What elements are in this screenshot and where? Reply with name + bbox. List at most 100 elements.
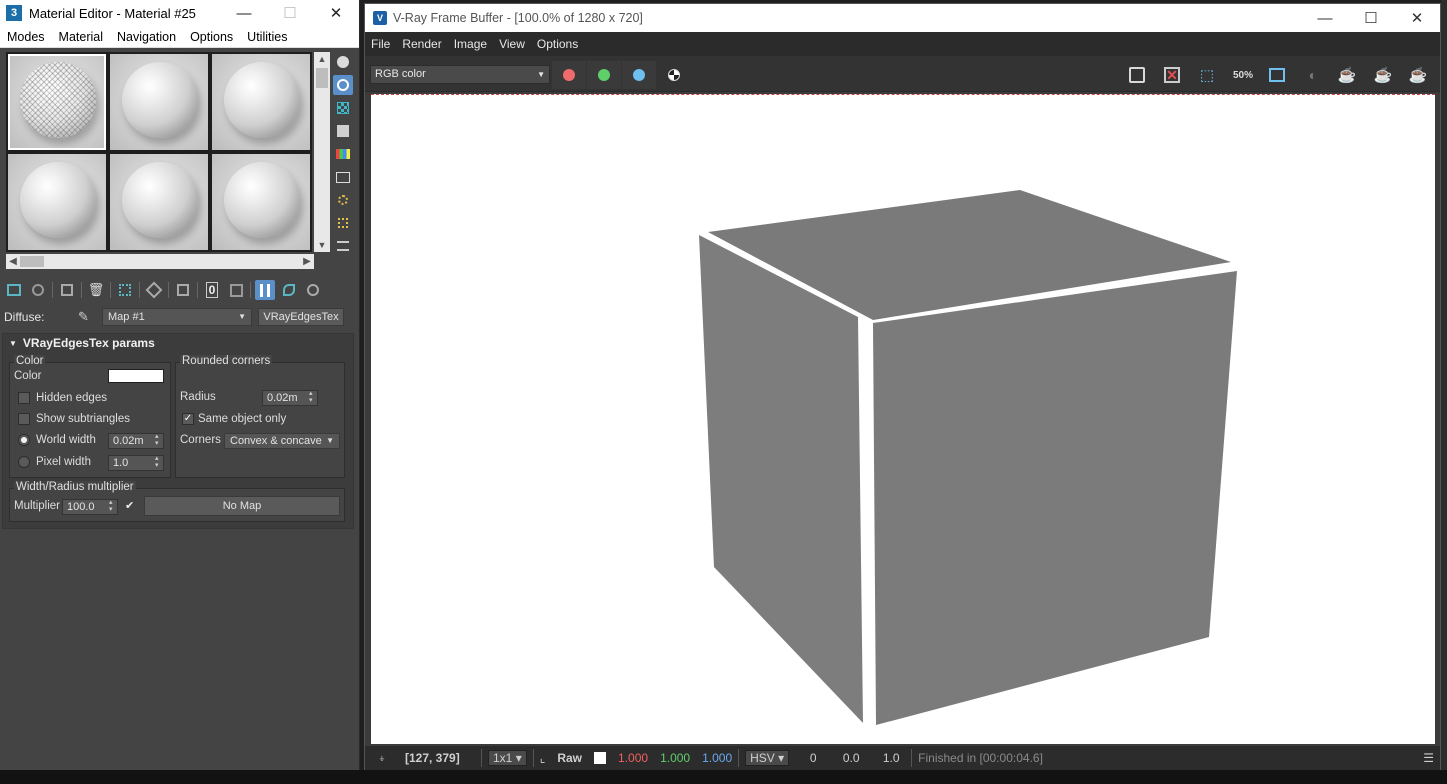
menu-image[interactable]: Image bbox=[448, 37, 493, 51]
material-map-navigator-icon[interactable] bbox=[333, 236, 353, 256]
pixel-width-radio[interactable] bbox=[18, 456, 30, 468]
value-value: 1.0 bbox=[882, 751, 900, 765]
save-to-library-icon[interactable] bbox=[173, 280, 193, 300]
rollout-header[interactable]: ▼ VRayEdgesTex params bbox=[3, 334, 353, 352]
stop-render-icon[interactable]: ☕ bbox=[1371, 64, 1395, 86]
scroll-thumb[interactable] bbox=[20, 256, 44, 267]
show-end-result-icon[interactable] bbox=[255, 280, 275, 300]
vfb-window-title: V-Ray Frame Buffer - [100.0% of 1280 x 7… bbox=[393, 11, 643, 25]
maximize-button[interactable]: ☐ bbox=[1348, 4, 1394, 32]
world-width-radio[interactable] bbox=[18, 434, 30, 446]
clear-image-icon[interactable]: ✕ bbox=[1160, 64, 1184, 86]
region-render-icon[interactable] bbox=[1265, 64, 1289, 86]
material-id-channel-icon[interactable]: 0 bbox=[202, 280, 222, 300]
map-type-button[interactable]: VRayEdgesTex bbox=[258, 308, 344, 326]
make-unique-icon[interactable] bbox=[115, 280, 135, 300]
get-material-icon[interactable] bbox=[4, 280, 24, 300]
hidden-edges-checkbox[interactable] bbox=[18, 392, 30, 404]
blue-channel-toggle[interactable] bbox=[622, 61, 656, 89]
same-object-only-checkbox[interactable]: ✓ bbox=[182, 413, 194, 425]
material-toolbar: 🗑 0 bbox=[4, 279, 327, 301]
assign-to-selection-icon[interactable] bbox=[57, 280, 77, 300]
menu-view[interactable]: View bbox=[493, 37, 531, 51]
backlight-icon[interactable] bbox=[333, 75, 353, 95]
red-channel-toggle[interactable] bbox=[552, 61, 586, 89]
scroll-left-icon[interactable]: ◀ bbox=[6, 254, 20, 269]
color-mode-dropdown[interactable]: HSV ▾ bbox=[739, 750, 795, 766]
sample-slot-5[interactable] bbox=[110, 154, 208, 250]
material-editor-titlebar[interactable]: 3 Material Editor - Material #25 — ☐ ✕ bbox=[0, 0, 359, 26]
vfb-titlebar[interactable]: V V-Ray Frame Buffer - [100.0% of 1280 x… bbox=[365, 4, 1440, 32]
radius-spinner[interactable]: 0.02m bbox=[262, 390, 318, 406]
green-channel-toggle[interactable] bbox=[587, 61, 621, 89]
menu-options[interactable]: Options bbox=[183, 30, 240, 44]
minimize-button[interactable]: — bbox=[1302, 4, 1348, 32]
scroll-down-icon[interactable]: ▼ bbox=[314, 238, 330, 252]
slots-vertical-scrollbar[interactable]: ▲ ▼ bbox=[314, 52, 330, 252]
show-shaded-icon[interactable] bbox=[226, 280, 246, 300]
corners-dropdown[interactable]: Convex & concave ▼ bbox=[224, 433, 340, 449]
multiplier-map-enable-checkbox[interactable]: ✔ bbox=[125, 499, 134, 512]
scroll-right-icon[interactable]: ▶ bbox=[300, 254, 314, 269]
sample-type-icon[interactable] bbox=[333, 52, 353, 72]
curve-icon[interactable]: ⌞ bbox=[534, 751, 552, 765]
menu-navigation[interactable]: Navigation bbox=[110, 30, 183, 44]
alpha-channel-toggle[interactable] bbox=[657, 61, 691, 89]
maximize-button[interactable]: ☐ bbox=[267, 0, 313, 26]
put-to-scene-icon[interactable] bbox=[28, 280, 48, 300]
slots-horizontal-scrollbar[interactable]: ◀ ▶ bbox=[6, 254, 314, 269]
blue-value: 1.000 bbox=[702, 751, 733, 765]
interactive-render-icon[interactable]: ☕ bbox=[1335, 64, 1359, 86]
menu-utilities[interactable]: Utilities bbox=[240, 30, 294, 44]
link-to-3dsmax-icon[interactable]: ◐ bbox=[1301, 64, 1325, 86]
radius-label: Radius bbox=[180, 391, 216, 403]
pixel-width-spinner[interactable]: 1.0 bbox=[108, 455, 164, 471]
eyedropper-icon[interactable]: ✎ bbox=[78, 309, 102, 325]
sample-slot-3[interactable] bbox=[212, 54, 310, 150]
multiplier-no-map-button[interactable]: No Map bbox=[144, 496, 340, 516]
minimize-button[interactable]: — bbox=[221, 0, 267, 26]
scroll-up-icon[interactable]: ▲ bbox=[314, 52, 330, 66]
uv-tiling-icon[interactable] bbox=[333, 121, 353, 141]
menu-material[interactable]: Material bbox=[52, 30, 110, 44]
menu-options[interactable]: Options bbox=[531, 37, 584, 51]
menu-bar: Modes Material Navigation Options Utilit… bbox=[0, 26, 359, 48]
edge-color-swatch[interactable] bbox=[108, 369, 164, 383]
menu-file[interactable]: File bbox=[365, 37, 396, 51]
scroll-thumb[interactable] bbox=[316, 68, 328, 88]
background-icon[interactable] bbox=[333, 98, 353, 118]
multiplier-spinner[interactable]: 100.0 bbox=[62, 499, 118, 515]
background-app-strip bbox=[1441, 0, 1447, 770]
map-name-dropdown[interactable]: Map #1 ▼ bbox=[102, 308, 252, 326]
render-last-icon[interactable]: ☕ bbox=[1406, 64, 1430, 86]
save-image-icon[interactable] bbox=[1125, 64, 1149, 86]
select-by-material-icon[interactable] bbox=[333, 213, 353, 233]
close-button[interactable]: ✕ bbox=[313, 0, 359, 26]
menu-modes[interactable]: Modes bbox=[0, 30, 52, 44]
zoom-50-icon[interactable]: 50% bbox=[1231, 64, 1255, 86]
menu-render[interactable]: Render bbox=[396, 37, 447, 51]
options-icon[interactable] bbox=[333, 190, 353, 210]
rendered-image-viewport[interactable] bbox=[371, 94, 1435, 744]
close-button[interactable]: ✕ bbox=[1394, 4, 1440, 32]
show-subtriangles-checkbox[interactable] bbox=[18, 413, 30, 425]
sample-size-value: 1x1 bbox=[493, 751, 513, 765]
rendered-cube-image bbox=[699, 190, 1237, 725]
sample-slot-4[interactable] bbox=[8, 154, 106, 250]
video-color-check-icon[interactable] bbox=[333, 144, 353, 164]
sample-slot-2[interactable] bbox=[110, 54, 208, 150]
delete-icon[interactable]: 🗑 bbox=[86, 280, 106, 300]
go-to-parent-icon[interactable] bbox=[279, 280, 299, 300]
make-preview-icon[interactable] bbox=[333, 167, 353, 187]
world-width-spinner[interactable]: 0.02m bbox=[108, 433, 164, 449]
render-channel-dropdown[interactable]: RGB color ▼ bbox=[370, 65, 550, 84]
go-forward-sibling-icon[interactable] bbox=[303, 280, 323, 300]
log-icon[interactable]: ☰ bbox=[1417, 751, 1440, 765]
pin-icon[interactable]: ⍖ bbox=[365, 751, 399, 766]
sample-slot-6[interactable] bbox=[212, 154, 310, 250]
track-mouse-icon[interactable]: ⬚ bbox=[1195, 64, 1219, 86]
sample-slot-1[interactable] bbox=[8, 54, 106, 150]
put-to-library-icon[interactable] bbox=[144, 280, 164, 300]
chevron-down-icon: ▼ bbox=[238, 312, 246, 321]
sample-size-dropdown[interactable]: 1x1 ▾ bbox=[482, 750, 533, 766]
